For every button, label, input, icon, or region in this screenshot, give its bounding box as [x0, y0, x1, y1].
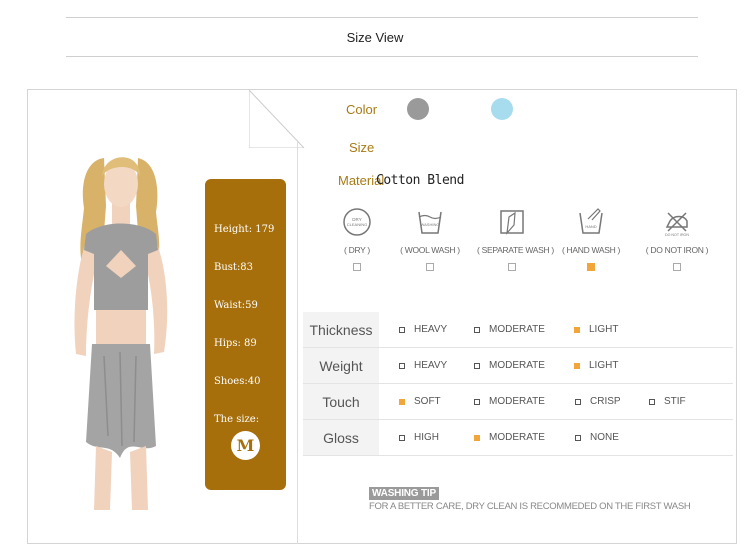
- property-option[interactable]: MODERATE: [474, 348, 545, 383]
- care-item-wool-wash: WASHING ( WOOL WASH ): [395, 207, 465, 271]
- size-label: The size:: [214, 414, 260, 425]
- property-option[interactable]: MODERATE: [474, 384, 545, 419]
- property-name: Gloss: [303, 420, 379, 455]
- dry-cleaning-icon: DRY CLEANING: [343, 208, 371, 236]
- option-checkbox[interactable]: [574, 326, 580, 333]
- property-row-thickness: Thickness HEAVY MODERATE LIGHT: [303, 312, 733, 348]
- option-checkbox[interactable]: [474, 398, 480, 405]
- property-option[interactable]: HEAVY: [399, 348, 447, 383]
- care-label: ( SEPARATE WASH ): [477, 245, 554, 255]
- do-not-iron-icon: DO NOT IRON: [665, 212, 689, 237]
- care-label: ( WOOL WASH ): [400, 245, 460, 255]
- option-checkbox[interactable]: [399, 434, 405, 441]
- property-name: Thickness: [303, 312, 379, 347]
- svg-text:WASHING: WASHING: [421, 222, 440, 227]
- option-checkbox[interactable]: [399, 398, 405, 405]
- care-checkbox[interactable]: [508, 263, 516, 271]
- color-swatch-blue[interactable]: [491, 98, 513, 120]
- care-checkbox[interactable]: [587, 263, 595, 271]
- svg-text:CLEANING: CLEANING: [347, 222, 367, 227]
- svg-text:HAND: HAND: [585, 224, 596, 229]
- property-option[interactable]: SOFT: [399, 384, 441, 419]
- color-label: Color: [346, 102, 378, 117]
- property-name: Weight: [303, 348, 379, 383]
- title-divider: [66, 56, 698, 57]
- care-checkbox[interactable]: [426, 263, 434, 271]
- shoes-value: Shoes:40: [214, 376, 261, 387]
- separate-wash-icon: [500, 210, 524, 235]
- svg-text:DO NOT IRON: DO NOT IRON: [665, 233, 689, 237]
- option-checkbox[interactable]: [575, 434, 581, 441]
- bust-value: Bust:83: [214, 262, 254, 273]
- property-row-weight: Weight HEAVY MODERATE LIGHT: [303, 348, 733, 384]
- hand-wash-icon: HAND: [579, 208, 603, 234]
- measurement-panel: Height: 179 Bust:83 Waist:59 Hips: 89 Sh…: [205, 179, 286, 490]
- care-item-separate-wash: ( SEPARATE WASH ): [477, 207, 554, 271]
- property-option[interactable]: NONE: [575, 420, 619, 455]
- option-checkbox[interactable]: [399, 326, 405, 333]
- size-label: Size: [349, 140, 375, 155]
- option-checkbox[interactable]: [474, 326, 480, 333]
- option-checkbox[interactable]: [474, 362, 480, 369]
- property-option[interactable]: HEAVY: [399, 312, 447, 347]
- material-value: Cotton Blend: [376, 173, 464, 188]
- top-divider: [66, 17, 698, 18]
- property-name: Touch: [303, 384, 379, 419]
- card-divider: [297, 142, 298, 544]
- option-checkbox[interactable]: [575, 398, 581, 405]
- option-checkbox[interactable]: [649, 398, 655, 405]
- care-label: ( HAND WASH ): [561, 245, 621, 255]
- care-checkbox[interactable]: [673, 263, 681, 271]
- hips-value: Hips: 89: [214, 338, 257, 349]
- wool-wash-icon: WASHING: [418, 211, 442, 234]
- property-option[interactable]: MODERATE: [474, 420, 545, 455]
- model-photo: [74, 157, 168, 510]
- size-badge: M: [231, 431, 260, 460]
- color-swatch-gray[interactable]: [407, 98, 429, 120]
- option-checkbox[interactable]: [399, 362, 405, 369]
- care-label: ( DRY ): [344, 245, 370, 255]
- property-option[interactable]: MODERATE: [474, 312, 545, 347]
- property-row-touch: Touch SOFT MODERATE CRISP STIF: [303, 384, 733, 420]
- care-checkbox[interactable]: [353, 263, 361, 271]
- care-item-do-not-iron: DO NOT IRON ( DO NOT IRON ): [642, 207, 712, 271]
- care-item-dry: DRY CLEANING ( DRY ): [322, 207, 392, 271]
- washing-tip-text: FOR A BETTER CARE, DRY CLEAN IS RECOMMED…: [369, 501, 691, 512]
- property-option[interactable]: STIF: [649, 384, 686, 419]
- property-option[interactable]: CRISP: [575, 384, 621, 419]
- option-checkbox[interactable]: [474, 434, 480, 441]
- property-option[interactable]: LIGHT: [574, 312, 618, 347]
- property-row-gloss: Gloss HIGH MODERATE NONE: [303, 420, 733, 456]
- folded-corner-graphic: [249, 90, 305, 148]
- page-title: Size View: [346, 30, 404, 45]
- washing-tip-title: WASHING TIP: [369, 487, 439, 500]
- height-value: Height: 179: [214, 224, 275, 235]
- care-label: ( DO NOT IRON ): [645, 245, 709, 255]
- care-item-hand-wash: HAND ( HAND WASH ): [556, 207, 626, 271]
- waist-value: Waist:59: [214, 300, 258, 311]
- property-option[interactable]: HIGH: [399, 420, 439, 455]
- property-option[interactable]: LIGHT: [574, 348, 618, 383]
- option-checkbox[interactable]: [574, 362, 580, 369]
